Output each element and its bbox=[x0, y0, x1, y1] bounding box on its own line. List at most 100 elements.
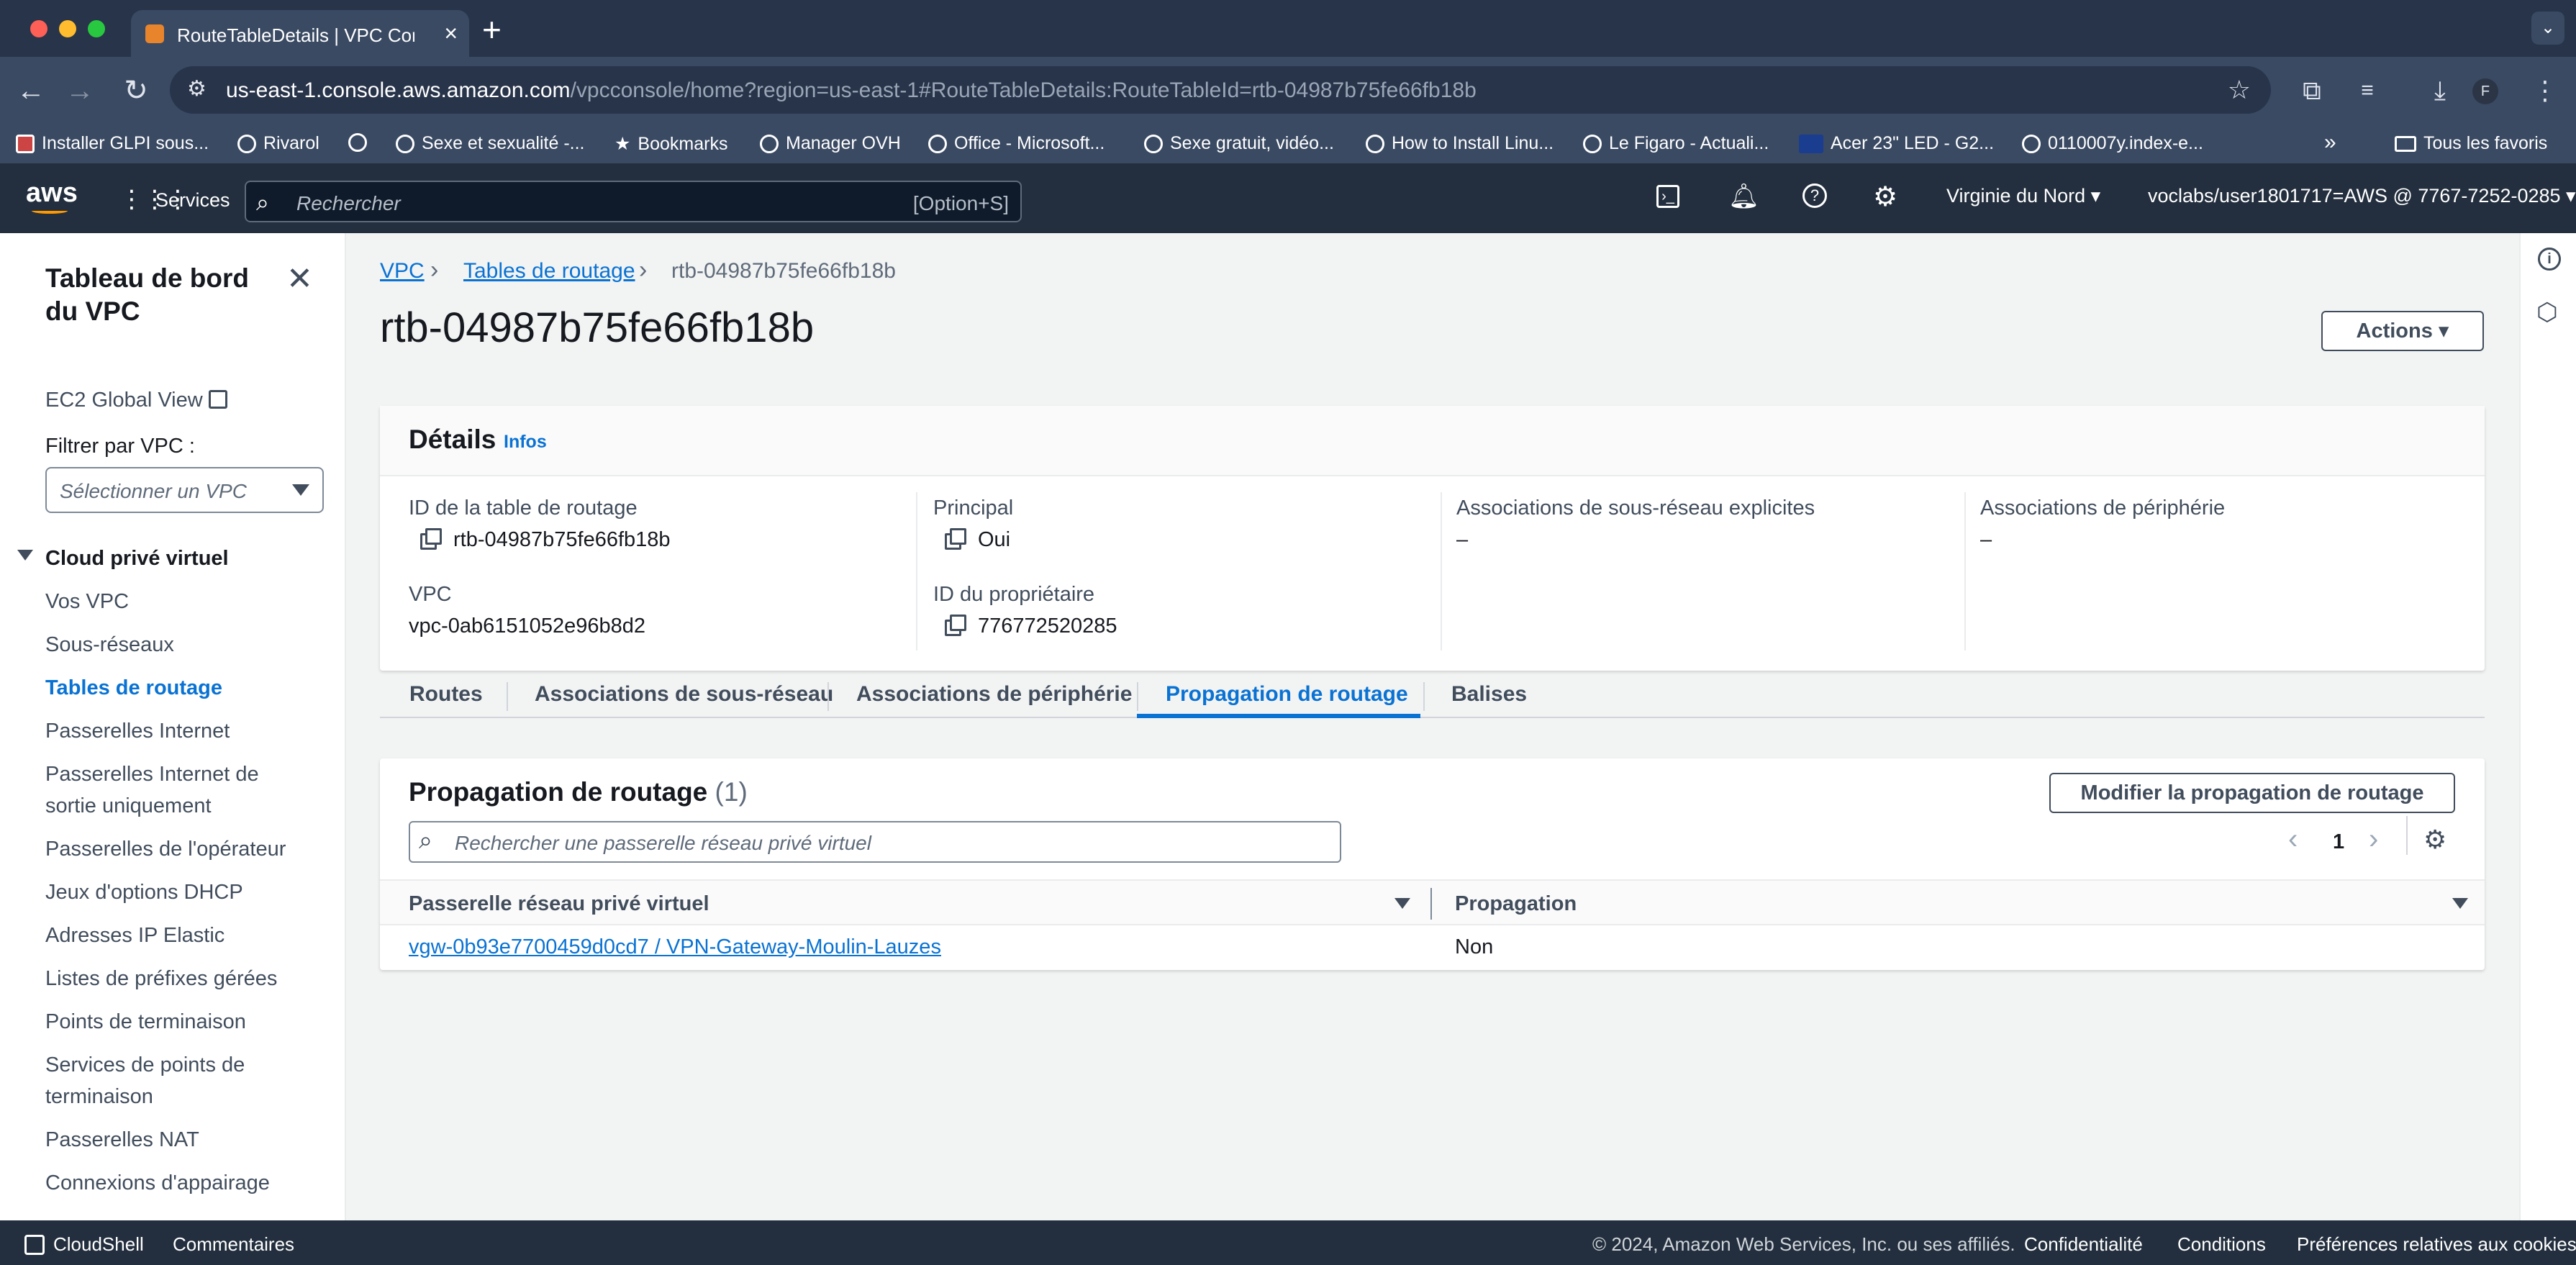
sidebar-item-ec2-global-view[interactable]: EC2 Global View bbox=[45, 384, 227, 416]
tab-search-icon[interactable]: ⌄ bbox=[2531, 12, 2564, 45]
feedback-link[interactable]: Commentaires bbox=[173, 1233, 294, 1256]
cloudshell-icon[interactable]: ›_ bbox=[1656, 185, 1679, 208]
bookmark-item[interactable]: Installer GLPI sous... bbox=[16, 133, 209, 154]
sort-down-icon[interactable] bbox=[2452, 898, 2468, 909]
bookmark-item[interactable]: Manager OVH bbox=[760, 133, 901, 154]
propagation-value: Non bbox=[1455, 935, 1494, 958]
sidebar-item-endpoint-services[interactable]: Services de points de terminaison bbox=[45, 1049, 261, 1112]
copy-icon[interactable] bbox=[945, 615, 966, 636]
forward-icon[interactable]: → bbox=[62, 73, 98, 109]
vpc-link[interactable]: vpc-0ab6151052e96b8d2 bbox=[409, 615, 645, 638]
table-row: vgw-0b93e7700459d0cd7 / VPN-Gateway-Moul… bbox=[380, 925, 2485, 970]
close-window-button[interactable] bbox=[30, 20, 47, 37]
bookmark-item[interactable]: Rivarol bbox=[237, 133, 319, 154]
bookmark-item[interactable]: Le Figaro - Actuali... bbox=[1583, 133, 1769, 154]
column-header-gateway[interactable]: Passerelle réseau privé virtuel bbox=[409, 892, 709, 916]
sidebar-section-virtual-private-cloud[interactable]: Cloud privé virtuel bbox=[45, 543, 229, 574]
gateway-link[interactable]: vgw-0b93e7700459d0cd7 / VPN-Gateway-Moul… bbox=[409, 935, 941, 959]
actions-button[interactable]: Actions ▾ bbox=[2321, 311, 2484, 351]
sidebar-item-nat-gateways[interactable]: Passerelles NAT bbox=[45, 1124, 199, 1156]
current-page[interactable]: 1 bbox=[2333, 830, 2344, 854]
help-icon[interactable]: ? bbox=[1802, 183, 1827, 208]
breadcrumb-vpc[interactable]: VPC bbox=[380, 259, 425, 284]
sidebar-item-carrier-gateways[interactable]: Passerelles de l'opérateur bbox=[45, 833, 286, 865]
search-placeholder: Rechercher une passerelle réseau privé v… bbox=[455, 832, 871, 854]
close-sidebar-icon[interactable]: ✕ bbox=[286, 260, 313, 297]
services-menu[interactable]: Services bbox=[155, 189, 230, 212]
gateway-search-input[interactable]: ⌕ Rechercher une passerelle réseau privé… bbox=[409, 821, 1341, 863]
privacy-link[interactable]: Confidentialité bbox=[2024, 1233, 2143, 1256]
region-selector[interactable]: Virginie du Nord ▾ bbox=[1946, 185, 2100, 207]
bookmark-item[interactable] bbox=[348, 133, 367, 152]
all-bookmarks-folder[interactable]: Tous les favoris bbox=[2395, 133, 2547, 154]
info-panel-icon[interactable]: i bbox=[2538, 248, 2561, 271]
profile-avatar[interactable]: F bbox=[2472, 78, 2498, 104]
browser-menu-icon[interactable]: ⋮ bbox=[2527, 73, 2563, 109]
new-tab-icon[interactable]: + bbox=[482, 10, 502, 49]
sidebar-item-managed-prefix-lists[interactable]: Listes de préfixes gérées bbox=[45, 963, 277, 994]
preferences-gear-icon[interactable]: ⚙ bbox=[2423, 825, 2446, 855]
section-collapse-icon[interactable] bbox=[17, 550, 33, 561]
column-header-propagation[interactable]: Propagation bbox=[1455, 892, 1577, 916]
bookmark-star-icon[interactable]: ☆ bbox=[2228, 75, 2251, 105]
bookmark-item[interactable]: ★ Bookmarks bbox=[614, 133, 727, 155]
tab-tags[interactable]: Balises bbox=[1451, 682, 1527, 707]
next-page-icon[interactable]: › bbox=[2369, 823, 2378, 856]
breadcrumb-route-tables[interactable]: Tables de routage bbox=[463, 259, 635, 284]
minimize-window-button[interactable] bbox=[59, 20, 76, 37]
globe-icon bbox=[1366, 134, 1384, 153]
downloads-icon[interactable]: ⤓ bbox=[2422, 73, 2458, 109]
sidebar-item-dhcp-option-sets[interactable]: Jeux d'options DHCP bbox=[45, 876, 243, 908]
media-control-icon[interactable]: ≡ bbox=[2349, 73, 2385, 109]
site-info-icon[interactable]: ⚙ bbox=[187, 76, 207, 101]
sidebar-item-elastic-ips[interactable]: Adresses IP Elastic bbox=[45, 920, 225, 951]
cloudshell-icon bbox=[24, 1235, 45, 1255]
bookmark-item[interactable]: 0110007y.index-e... bbox=[2022, 133, 2203, 154]
address-bar[interactable]: ⚙ us-east-1.console.aws.amazon.com/vpcco… bbox=[170, 66, 2271, 114]
bookmark-item[interactable]: Sexe gratuit, vidéo... bbox=[1144, 133, 1334, 154]
sidebar-item-internet-gateways[interactable]: Passerelles Internet bbox=[45, 715, 230, 747]
edit-route-propagation-button[interactable]: Modifier la propagation de routage bbox=[2049, 773, 2455, 813]
vpc-filter-select[interactable]: Sélectionner un VPC bbox=[45, 467, 324, 513]
browser-tab[interactable]: RouteTableDetails | VPC Console × bbox=[131, 10, 469, 58]
zoom-window-button[interactable] bbox=[88, 20, 105, 37]
settings-gear-icon[interactable]: ⚙ bbox=[1873, 181, 1897, 213]
bookmark-item[interactable]: Acer 23" LED - G2... bbox=[1799, 133, 1994, 154]
info-link[interactable]: Infos bbox=[504, 432, 547, 453]
tab-subnet-associations[interactable]: Associations de sous-réseau bbox=[535, 682, 833, 707]
sort-down-icon[interactable] bbox=[1394, 898, 1410, 909]
notifications-bell-icon[interactable]: 🔔︎ bbox=[1728, 182, 1759, 211]
sidebar-item-subnets[interactable]: Sous-réseaux bbox=[45, 629, 174, 661]
column-resizer[interactable] bbox=[1430, 888, 1432, 920]
terms-link[interactable]: Conditions bbox=[2177, 1233, 2266, 1256]
cloudshell-footer-button[interactable]: CloudShell bbox=[24, 1233, 144, 1256]
bookmark-item[interactable]: Sexe et sexualité -... bbox=[396, 133, 585, 154]
sidebar-title: Tableau de bord du VPC bbox=[45, 263, 250, 326]
bookmark-item[interactable]: Office - Microsoft... bbox=[928, 133, 1105, 154]
aws-logo[interactable]: aws bbox=[26, 178, 78, 209]
close-tab-icon[interactable]: × bbox=[444, 20, 458, 47]
reload-icon[interactable]: ↻ bbox=[118, 73, 154, 109]
extensions-icon[interactable]: ⧉ bbox=[2294, 73, 2330, 109]
route-propagation-panel: Propagation de routage (1) Modifier la p… bbox=[380, 758, 2485, 970]
copy-icon[interactable] bbox=[420, 528, 442, 550]
cookie-preferences-link[interactable]: Préférences relatives aux cookies bbox=[2297, 1233, 2576, 1256]
copy-icon[interactable] bbox=[945, 528, 966, 550]
bookmark-item[interactable]: How to Install Linu... bbox=[1366, 133, 1554, 154]
back-icon[interactable]: ← bbox=[13, 73, 49, 109]
sidebar-item-peering-connections[interactable]: Connexions d'appairage bbox=[45, 1167, 270, 1199]
globe-icon bbox=[237, 134, 256, 153]
sidebar-item-route-tables[interactable]: Tables de routage bbox=[45, 672, 222, 704]
account-menu[interactable]: voclabs/user1801717=AWS @ 7767-7252-0285… bbox=[2148, 185, 2576, 207]
tab-edge-associations[interactable]: Associations de périphérie bbox=[856, 682, 1132, 707]
tutorial-panel-icon[interactable]: ⬡ bbox=[2536, 298, 2558, 327]
previous-page-icon[interactable]: ‹ bbox=[2288, 823, 2298, 856]
sidebar-item-endpoints[interactable]: Points de terminaison bbox=[45, 1006, 246, 1038]
more-bookmarks-icon[interactable]: » bbox=[2324, 130, 2336, 155]
sidebar-item-egress-only-gateways[interactable]: Passerelles Internet de sortie uniquemen… bbox=[45, 758, 283, 822]
sidebar-item-your-vpcs[interactable]: Vos VPC bbox=[45, 586, 129, 617]
table-header: Passerelle réseau privé virtuel Propagat… bbox=[380, 879, 2485, 925]
tab-route-propagation[interactable]: Propagation de routage bbox=[1166, 682, 1408, 707]
aws-search-input[interactable]: ⌕ Rechercher [Option+S] bbox=[245, 181, 1022, 222]
tab-routes[interactable]: Routes bbox=[409, 682, 483, 707]
